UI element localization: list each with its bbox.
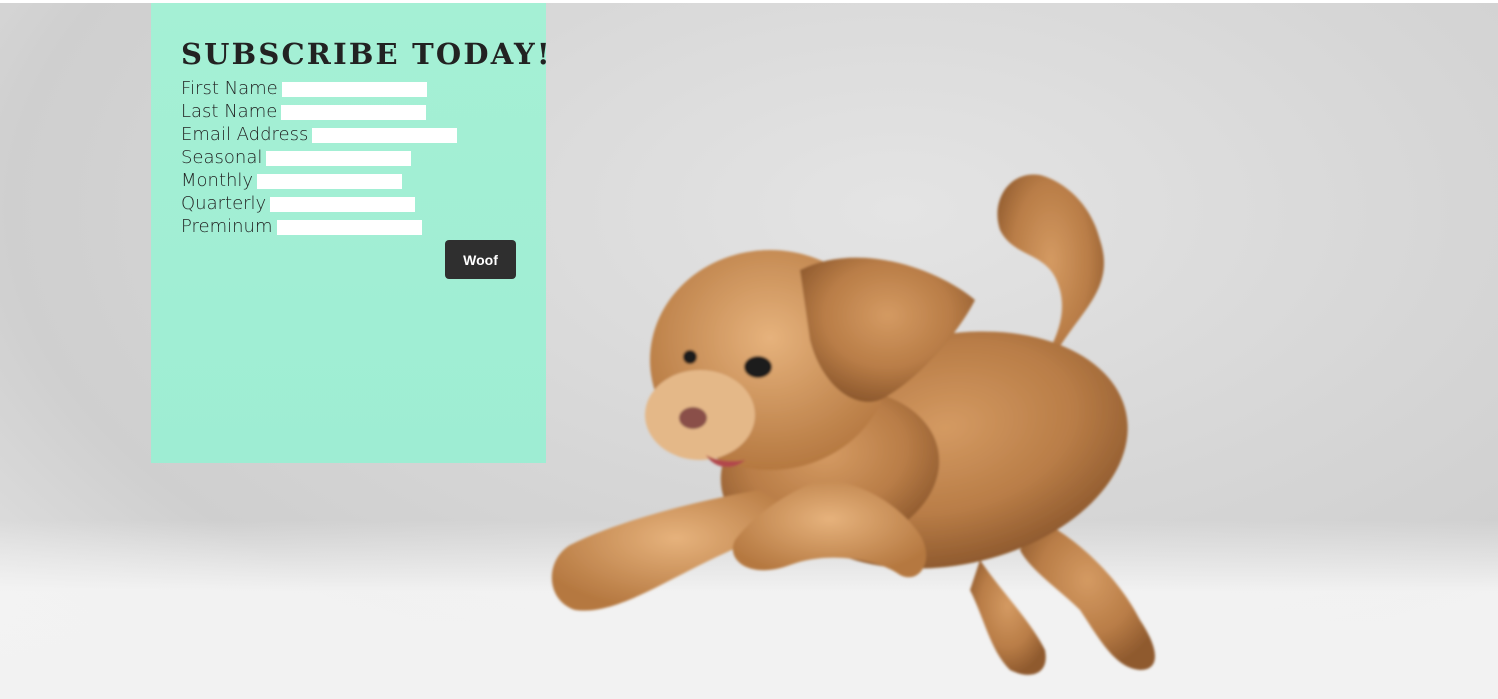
monthly-label: Monthly bbox=[181, 170, 254, 191]
last-name-label: Last Name bbox=[181, 101, 278, 122]
quarterly-label: Quarterly bbox=[181, 193, 267, 214]
submit-wrap: Woof bbox=[181, 238, 546, 279]
seasonal-input[interactable] bbox=[266, 151, 412, 166]
field-row-email: Email Address bbox=[181, 123, 516, 146]
first-name-input[interactable] bbox=[281, 82, 427, 97]
field-row-preminum: Preminum bbox=[181, 215, 516, 238]
field-row-first-name: First Name bbox=[181, 77, 516, 100]
last-name-input[interactable] bbox=[281, 105, 427, 120]
monthly-input[interactable] bbox=[257, 174, 403, 189]
page: SUBSCRIBE TODAY! First Name Last Name Em… bbox=[0, 0, 1498, 699]
preminum-input[interactable] bbox=[276, 220, 422, 235]
email-address-label: Email Address bbox=[181, 124, 309, 145]
field-row-quarterly: Quarterly bbox=[181, 192, 516, 215]
preminum-label: Preminum bbox=[181, 216, 273, 237]
field-row-last-name: Last Name bbox=[181, 100, 516, 123]
seasonal-label: Seasonal bbox=[181, 147, 263, 168]
email-address-input[interactable] bbox=[312, 128, 458, 143]
dog-body-group bbox=[551, 174, 1155, 675]
subscribe-panel: SUBSCRIBE TODAY! First Name Last Name Em… bbox=[151, 3, 552, 463]
subscribe-title: SUBSCRIBE TODAY! bbox=[181, 37, 552, 71]
quarterly-input[interactable] bbox=[270, 197, 416, 212]
first-name-label: First Name bbox=[181, 78, 278, 99]
field-row-monthly: Monthly bbox=[181, 169, 516, 192]
woof-submit-button[interactable]: Woof bbox=[445, 240, 516, 279]
field-row-seasonal: Seasonal bbox=[181, 146, 516, 169]
